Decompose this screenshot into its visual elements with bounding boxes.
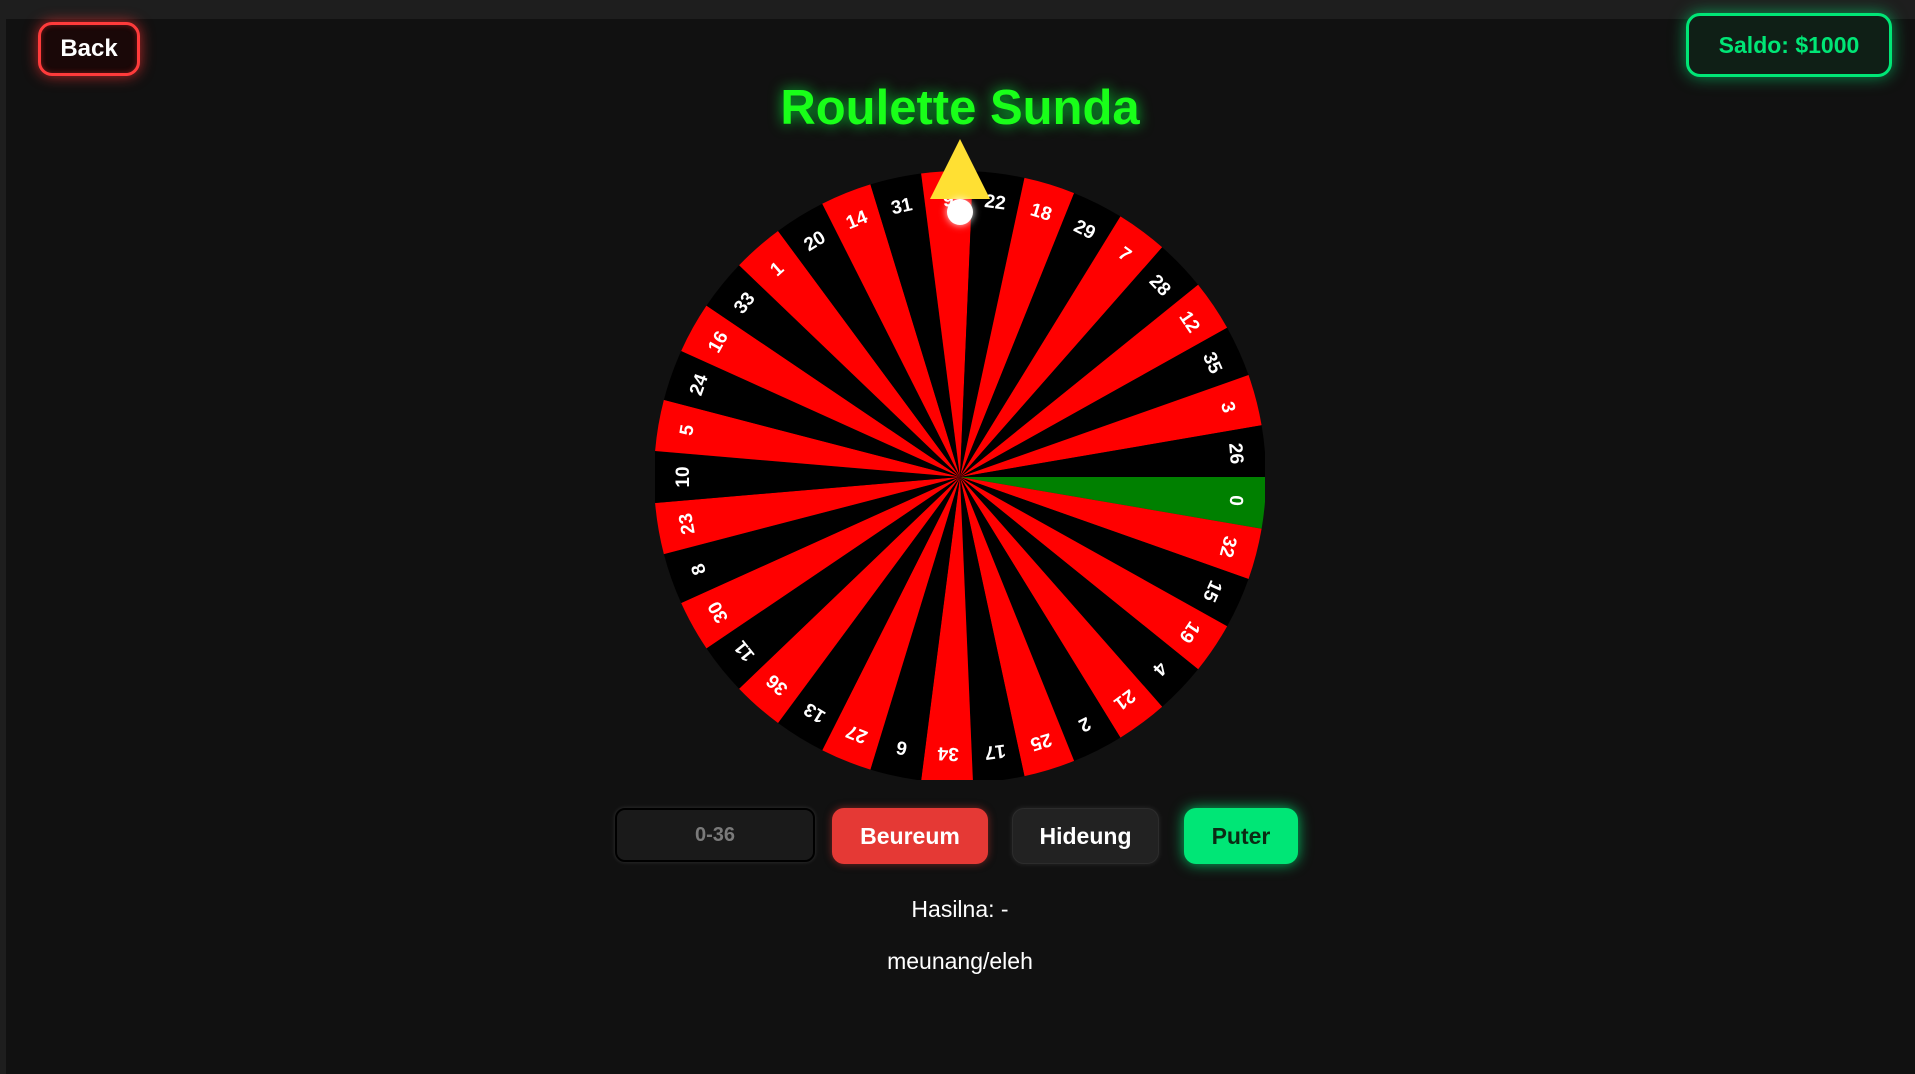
win-lose-text: meunang/eleh [887,948,1033,974]
bet-red-button[interactable]: Beureum [832,808,988,864]
triangle-pointer-icon [930,139,990,199]
wheel-number-label: 0 [1225,494,1247,506]
wheel-number-label: 10 [673,466,694,487]
roulette-wheel-svg: 0321519421225173462713361130823105241633… [655,139,1265,780]
bet-controls: Beureum Hideung Puter [615,808,1305,864]
wheel-number-label: 17 [983,739,1007,763]
balance-badge: Saldo: $1000 [1686,13,1892,77]
number-input[interactable] [615,808,815,862]
wheel-number-label: 23 [675,512,699,536]
bet-black-button[interactable]: Hideung [1012,808,1159,864]
spin-button[interactable]: Puter [1184,808,1298,864]
ball-icon [947,199,973,225]
back-button[interactable]: Back [38,22,140,76]
result-text: Hasilna: - [911,896,1009,922]
wheel-number-label: 26 [1224,442,1247,465]
page-title: Roulette Sunda [780,81,1140,135]
wheel-number-label: 34 [937,742,959,764]
roulette-wheel: 0 32 15 19 4 21 2 25 17 34 6 27 13 36 11 30 8 23 10 5 24 16 33… [655,135,1265,780]
